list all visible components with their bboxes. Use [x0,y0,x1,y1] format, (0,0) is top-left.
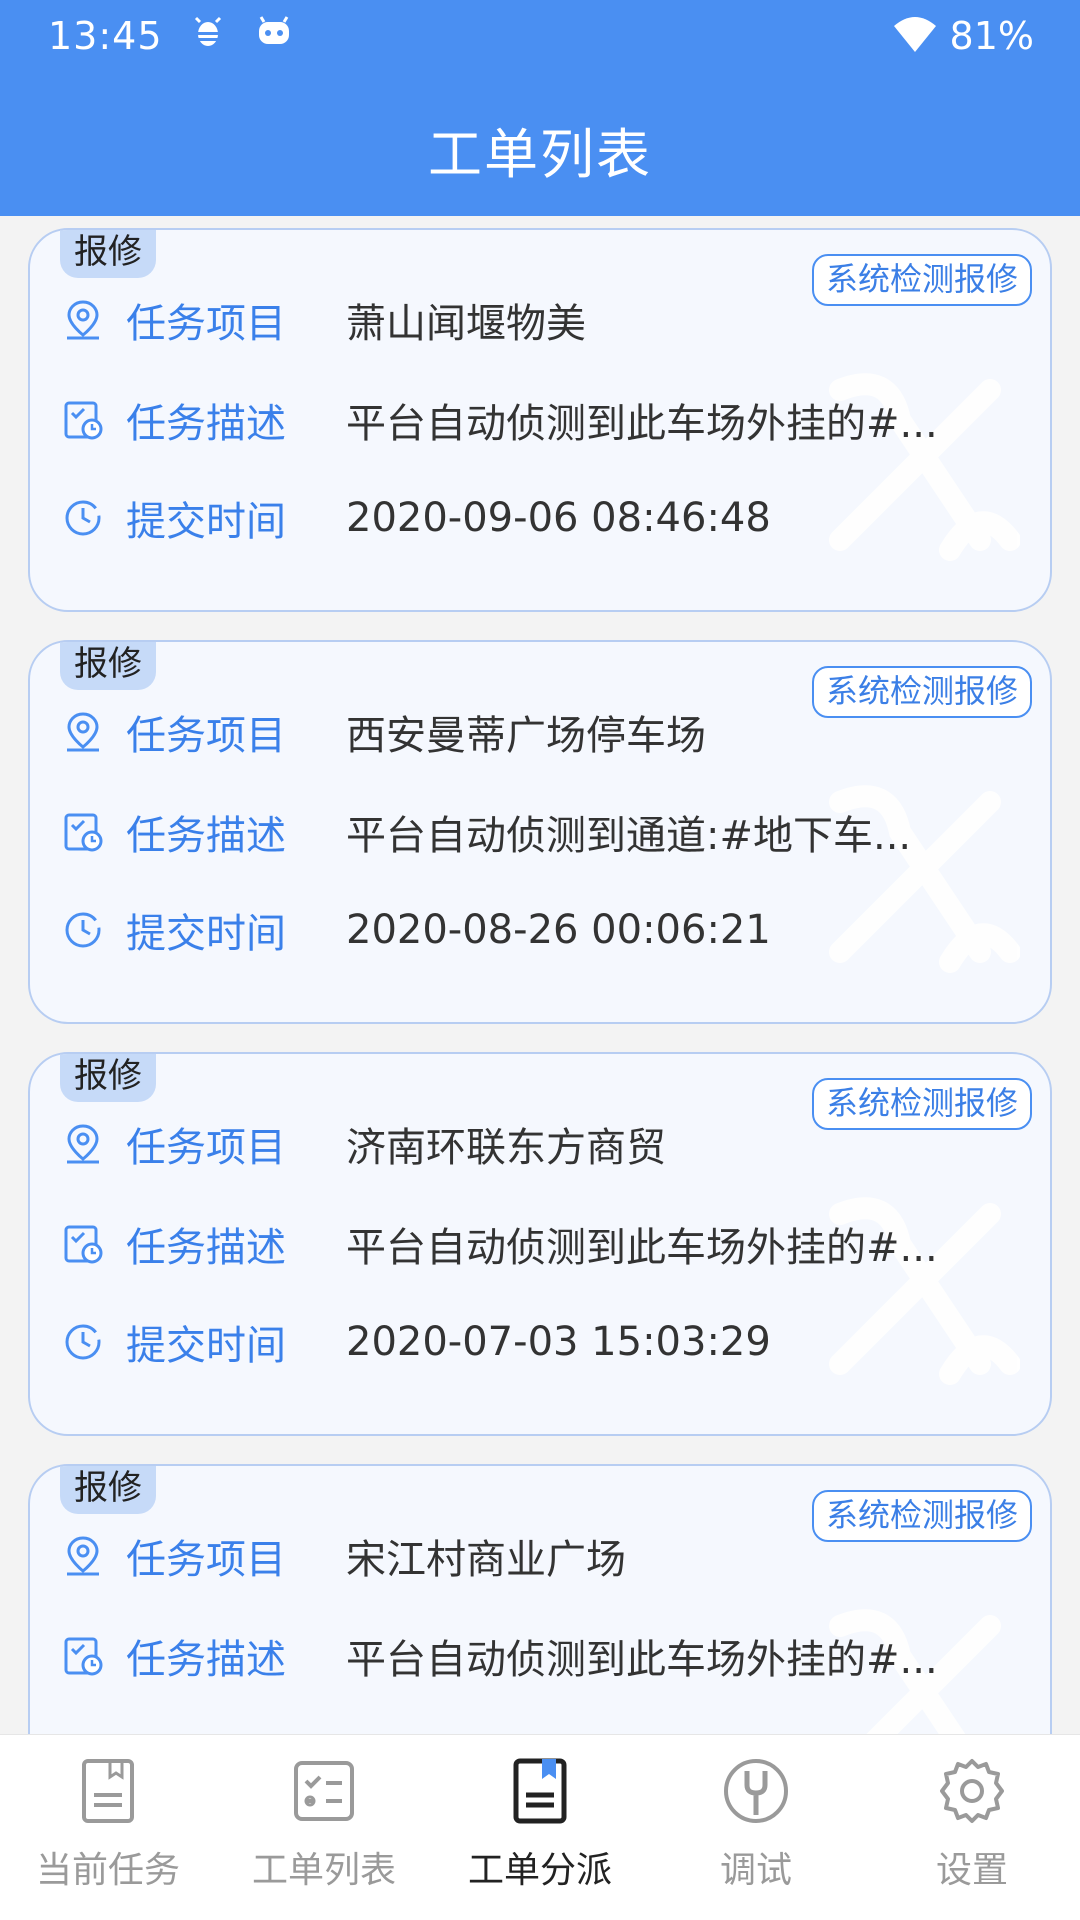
battery-level: 81% [949,14,1034,58]
tab-debug[interactable]: 调试 [648,1735,864,1920]
work-order-card[interactable]: 报修 系统检测报修 任务项目 西安曼蒂广场停车场 任务描述 平台自动侦测到通道:… [28,640,1052,1024]
document-icon [82,1759,134,1823]
bug-icon [194,16,222,46]
time-row: 提交时间 2020-09-06 08:46:48 [62,488,771,548]
wrench-watermark-icon [829,1197,1020,1385]
time-label: 提交时间 [126,499,286,545]
project-label: 任务项目 [126,1125,286,1171]
time-value: 2020-08-26 00:06:21 [346,907,771,953]
location-pin-icon [67,1124,99,1164]
task-clock-icon [64,401,103,440]
project-row: 任务项目 西安曼蒂广场停车场 [62,702,706,762]
clock-icon [65,1324,101,1360]
work-order-card[interactable]: 报修 系统检测报修 任务项目 萧山闻堰物美 任务描述 平台自动侦测到此车场外挂的… [28,228,1052,612]
project-row: 任务项目 萧山闻堰物美 [62,290,586,350]
source-badge: 系统检测报修 [811,1078,1032,1130]
description-row: 任务描述 平台自动侦测到此车场外挂的#... [62,1214,938,1274]
project-value: 宋江村商业广场 [346,1537,626,1583]
project-label: 任务项目 [126,1537,286,1583]
time-value: 2020-07-03 15:03:29 [346,1319,771,1365]
bookmark-doc-icon [513,1758,567,1824]
order-type-tag: 报修 [60,230,156,278]
tab-label: 工单列表 [251,1850,396,1891]
source-badge: 系统检测报修 [811,254,1032,306]
project-row: 任务项目 宋江村商业广场 [62,1526,626,1586]
wrench-watermark-icon [829,373,1020,561]
status-time: 13:45 [48,14,163,58]
project-label: 任务项目 [126,301,286,347]
time-label: 提交时间 [126,1323,286,1369]
project-value: 济南环联东方商贸 [346,1125,666,1171]
work-order-list: 报修 系统检测报修 任务项目 萧山闻堰物美 任务描述 平台自动侦测到此车场外挂的… [28,228,1052,1876]
description-label: 任务描述 [126,1637,286,1683]
time-label: 提交时间 [126,911,286,957]
tab-order-list[interactable]: 工单列表 [216,1735,432,1920]
wrench-icon [724,1759,788,1823]
android-face-icon [259,16,289,44]
tab-label: 当前任务 [35,1850,180,1891]
wifi-icon [894,17,936,52]
tab-label: 设置 [935,1850,1008,1891]
order-type-tag: 报修 [60,642,156,690]
order-type-tag: 报修 [60,1466,156,1514]
task-clock-icon [64,1637,103,1676]
task-clock-icon [64,1225,103,1264]
description-value: 平台自动侦测到此车场外挂的#... [346,1225,938,1271]
clock-icon [65,912,101,948]
tab-settings[interactable]: 设置 [864,1735,1080,1920]
wrench-watermark-icon [829,785,1020,973]
page-title: 工单列表 [428,123,652,186]
description-value: 平台自动侦测到此车场外挂的#... [346,1637,938,1683]
gear-icon [940,1759,1004,1823]
description-row: 任务描述 平台自动侦测到此车场外挂的#... [62,390,938,450]
location-pin-icon [67,1536,99,1576]
description-row: 任务描述 平台自动侦测到此车场外挂的#... [62,1626,938,1686]
time-row: 提交时间 2020-07-03 15:03:29 [62,1312,771,1372]
project-label: 任务项目 [126,713,286,759]
description-value: 平台自动侦测到此车场外挂的#... [346,401,938,447]
app-bar: 13:45 81% 工单列表 [0,0,1080,216]
clock-icon [65,500,101,536]
location-pin-icon [67,712,99,752]
source-badge: 系统检测报修 [811,666,1032,718]
tab-label: 工单分派 [467,1850,612,1891]
tab-label: 调试 [719,1850,792,1891]
project-row: 任务项目 济南环联东方商贸 [62,1114,666,1174]
time-row: 提交时间 2020-08-26 00:06:21 [62,900,771,960]
source-badge: 系统检测报修 [811,1490,1032,1542]
description-label: 任务描述 [126,813,286,859]
time-value: 2020-09-06 08:46:48 [346,495,771,541]
work-order-card[interactable]: 报修 系统检测报修 任务项目 济南环联东方商贸 任务描述 平台自动侦测到此车场外… [28,1052,1052,1436]
task-clock-icon [64,813,103,852]
description-label: 任务描述 [126,1225,286,1271]
project-value: 萧山闻堰物美 [346,301,586,347]
location-pin-icon [67,300,99,340]
description-row: 任务描述 平台自动侦测到通道:#地下车... [62,802,911,862]
tab-current-task[interactable]: 当前任务 [0,1735,216,1920]
description-value: 平台自动侦测到通道:#地下车... [346,813,912,859]
description-label: 任务描述 [126,401,286,447]
bottom-tab-bar: 当前任务 工单列表 工单分派 调试 设置 [0,1734,1080,1920]
order-type-tag: 报修 [60,1054,156,1102]
checklist-icon [294,1761,354,1821]
project-value: 西安曼蒂广场停车场 [346,713,706,759]
tab-order-dispatch[interactable]: 工单分派 [432,1735,648,1920]
